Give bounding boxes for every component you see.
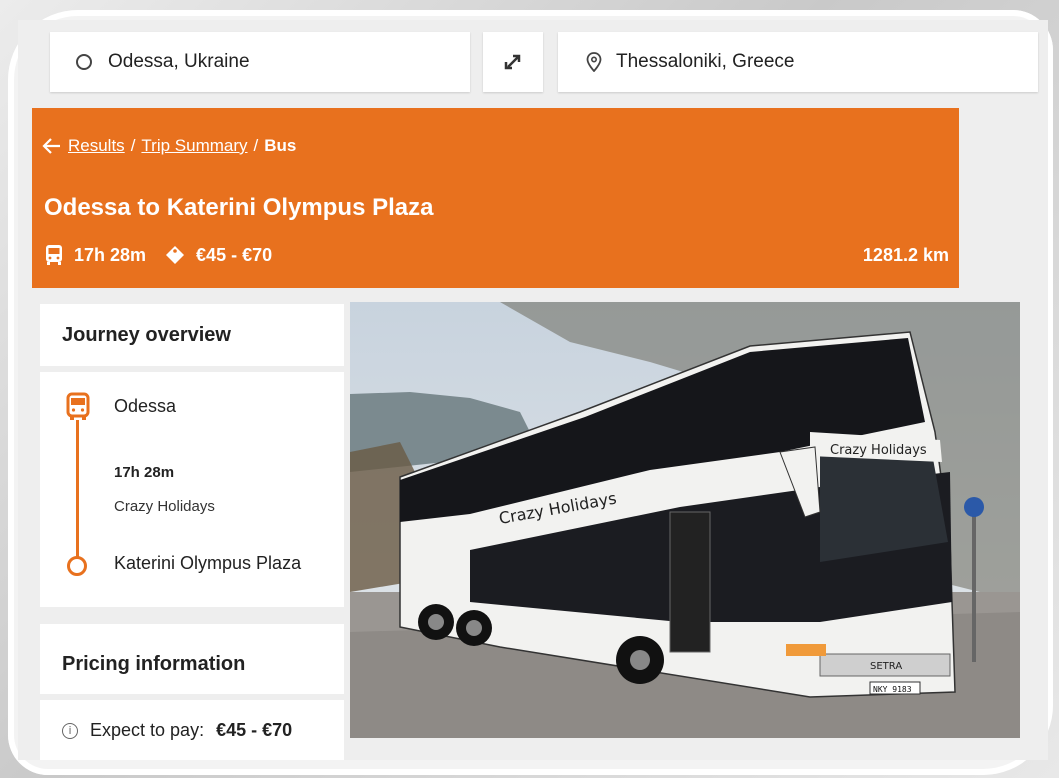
duration-text: 17h 28m: [74, 244, 147, 265]
price-value: €45 - €70: [216, 720, 293, 740]
origin-field[interactable]: Odessa, Ukraine: [50, 32, 470, 92]
timeline-destination: Katerini Olympus Plaza: [114, 553, 302, 573]
timeline-operator: Crazy Holidays: [114, 498, 215, 515]
swap-icon: [504, 54, 521, 70]
breadcrumb: Results / Trip Summary / Bus: [42, 136, 296, 156]
back-arrow-icon[interactable]: [42, 137, 62, 155]
bus-plate: NKY 9183: [873, 685, 912, 694]
timeline-duration: 17h 28m: [114, 464, 175, 481]
price-range-text: €45 - €70: [196, 244, 273, 265]
breadcrumb-separator: /: [253, 136, 259, 155]
swap-button[interactable]: [483, 32, 543, 92]
timeline-line: [76, 420, 79, 560]
timeline-origin: Odessa: [114, 396, 177, 416]
price-label: Expect to pay:: [90, 720, 205, 740]
pricing-heading: Pricing information: [40, 624, 344, 694]
price-row: i Expect to pay: €45 - €70: [62, 720, 292, 741]
journey-overview-heading: Journey overview: [40, 304, 344, 366]
price-tag-icon: [166, 246, 185, 264]
pricing-info: i Expect to pay: €45 - €70: [40, 700, 344, 760]
app-canvas: Odessa, Ukraine Thessaloniki, Greece Res…: [18, 20, 1048, 760]
bus-icon: [66, 392, 90, 420]
origin-text: Odessa, Ukraine: [108, 51, 250, 72]
breadcrumb-current: Bus: [264, 136, 297, 155]
breadcrumb-trip-summary-link[interactable]: Trip Summary: [141, 136, 247, 156]
breadcrumb-separator: /: [130, 136, 136, 155]
bus-icon: [46, 245, 62, 265]
destination-text: Thessaloniki, Greece: [616, 51, 795, 72]
location-pin-icon: [586, 52, 602, 72]
bus-badge: SETRA: [870, 661, 902, 672]
breadcrumb-results-link[interactable]: Results: [68, 136, 125, 156]
page-title: Odessa to Katerini Olympus Plaza: [44, 194, 434, 221]
bus-photo: Crazy Holidays Crazy Holidays SETRA NKY …: [350, 302, 1020, 738]
bus-front-livery-text: Crazy Holidays: [830, 443, 927, 458]
circle-origin-icon: [76, 54, 92, 70]
info-icon: i: [62, 722, 78, 739]
route-meta: 17h 28m €45 - €70: [44, 244, 272, 266]
destination-stop-marker: [67, 556, 87, 576]
destination-field[interactable]: Thessaloniki, Greece: [558, 32, 1038, 92]
route-header: Results / Trip Summary / Bus Odessa to K…: [32, 108, 959, 288]
distance-text: 1281.2 km: [862, 245, 949, 265]
journey-timeline: Odessa 17h 28m Crazy Holidays Katerini O…: [40, 372, 344, 607]
